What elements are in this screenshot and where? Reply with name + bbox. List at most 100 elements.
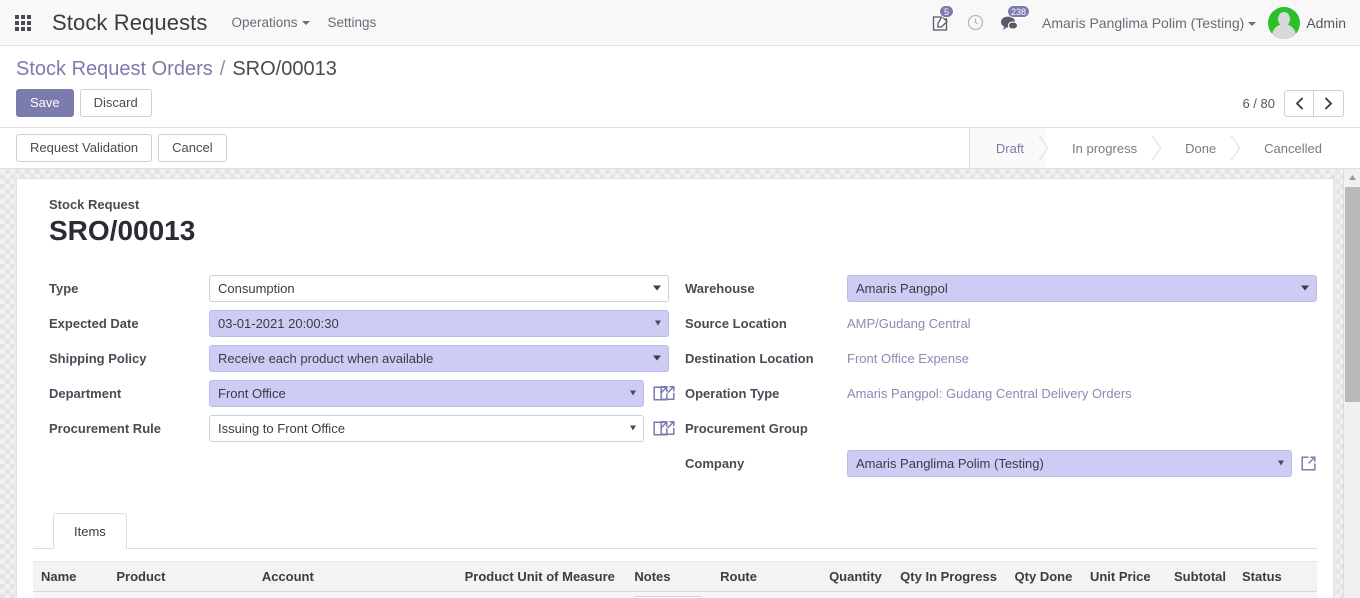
column-header-name[interactable]: Name [33,561,109,592]
column-header-qty-done[interactable]: Qty Done [1004,561,1081,592]
cell-product: Air Mineral Galon [108,591,254,598]
label-company: Company [685,455,745,471]
field-row-type: Type Consumption [33,273,669,303]
chevron-down-icon [630,390,636,396]
procurement-rule-field[interactable]: Issuing to Front Office [209,414,644,442]
cell-uom: GALON [456,591,627,598]
company-switcher[interactable]: Amaris Panglima Polim (Testing) [1042,15,1257,31]
column-header-quantity[interactable]: Quantity [789,561,890,592]
operation-type-external-link-icon[interactable] [659,385,676,402]
company-value: Amaris Panglima Polim (Testing) [856,455,1044,471]
action-buttons-group: Request Validation Cancel [16,128,233,168]
pager-next-button[interactable] [1314,89,1344,117]
company-external-link-icon[interactable] [1300,455,1317,472]
field-row-warehouse: Warehouse Amaris Pangpol [675,273,1317,303]
cell-delete [1291,591,1317,598]
content-area: Stock Request SRO/00013 Type Consumption… [0,169,1360,598]
column-header-unit-price[interactable]: Unit Price [1080,561,1159,592]
record-subtitle: Stock Request [49,197,140,212]
column-header-notes[interactable]: Notes [626,561,713,592]
type-select[interactable]: Consumption [209,274,669,302]
statusbar: Draft In progress Done Cancelled [968,128,1360,168]
menu-operations[interactable]: Operations [231,15,310,30]
chevron-down-icon [1278,460,1284,466]
request-validation-button[interactable]: Request Validation [16,134,153,162]
pager-value: 6 / 80 [1242,95,1275,111]
column-header-uom[interactable]: Product Unit of Measure [456,561,627,592]
shipping-policy-value: Receive each product when available [218,350,434,366]
label-shipping-policy: Shipping Policy [49,350,147,366]
department-field[interactable]: Front Office [209,379,644,407]
column-header-account[interactable]: Account [253,561,457,592]
label-destination-location: Destination Location [685,350,814,366]
field-row-operation-type: Operation Type Amaris Pangpol: Gudang Ce… [660,378,1317,408]
column-header-route[interactable]: Route [712,561,790,592]
tab-items[interactable]: Items [53,513,127,549]
chevron-down-icon [655,320,661,326]
status-step-in-progress[interactable]: In progress [1046,128,1160,168]
warehouse-value: Amaris Pangpol [856,280,948,296]
column-header-status[interactable]: Status [1234,561,1291,592]
app-title[interactable]: Stock Requests [52,10,207,36]
apps-grid-icon[interactable] [10,10,36,36]
cell-status: Draft [1234,591,1291,598]
expected-date-value: 03-01-2021 20:00:30 [218,315,339,331]
edit-activity-icon[interactable]: 5 [926,4,956,38]
source-location-value: AMP/Gudang Central [847,315,971,331]
record-buttons-row: Save Discard 6 / 80 [0,83,1360,127]
discard-button[interactable]: Discard [79,89,152,117]
table-header-row: Name Product Account Product Unit of Mea… [33,561,1317,592]
cell-qty-in-progress: 0.00 [889,591,1005,598]
column-header-qty-in-progress[interactable]: Qty In Progress [889,561,1005,592]
form-groups: Type Consumption Expected Date 03-01-202… [33,273,1317,483]
chevron-down-icon [653,285,661,291]
company-field[interactable]: Amaris Panglima Polim (Testing) [847,449,1292,477]
status-step-done[interactable]: Done [1159,128,1239,168]
status-step-draft[interactable]: Draft [969,128,1047,168]
column-header-product[interactable]: Product [108,561,254,592]
field-row-procurement-rule: Procurement Rule Issuing to Front Office [33,413,669,443]
pager-previous-button[interactable] [1284,89,1314,117]
breadcrumb: Stock Request Orders / SRO/00013 [0,46,1360,83]
cell-unit-price: 45,340.91 [1080,591,1159,598]
navbar-right-group: 5 238 Amaris Panglima Polim (Testing) Ad… [926,4,1346,39]
column-header-subtotal[interactable]: Subtotal [1158,561,1235,592]
scroll-up-arrow[interactable] [1344,169,1360,186]
cell-subtotal: 45,340.91 [1158,591,1235,598]
cell-quantity: 1.00 [789,591,890,598]
column-header-actions [1291,561,1317,592]
form-column-left: Type Consumption Expected Date 03-01-202… [33,273,675,483]
field-row-shipping-policy: Shipping Policy Receive each product whe… [33,343,669,373]
cancel-button[interactable]: Cancel [158,134,227,162]
field-row-source-location: Source Location AMP/Gudang Central [675,308,1317,338]
messages-icon[interactable]: 238 [994,4,1031,38]
warehouse-select[interactable]: Amaris Pangpol [847,274,1317,302]
procurement-group-external-link-icon[interactable] [659,420,676,437]
menu-operations-label: Operations [231,15,298,30]
cell-account: 1140210 Cost of Bevera [253,591,457,598]
form-column-right: Warehouse Amaris Pangpol Source Location… [660,273,1317,483]
table-row[interactable]: SR/00017 Air Mineral Galon 1140210 Cost … [33,591,1317,598]
user-menu[interactable]: Admin [1268,6,1346,39]
label-expected-date: Expected Date [49,315,139,331]
chevron-down-icon [1248,21,1257,26]
items-table: Name Product Account Product Unit of Mea… [33,561,1317,598]
cell-name: SR/00017 [33,591,109,598]
menu-settings[interactable]: Settings [328,15,377,30]
chevron-down-icon [301,21,310,26]
expected-date-field[interactable]: 03-01-2021 20:00:30 [209,309,669,337]
top-navbar: Stock Requests Operations Settings 5 238… [0,0,1360,46]
label-department: Department [49,385,122,401]
breadcrumb-parent-link[interactable]: Stock Request Orders [16,58,213,81]
vertical-scrollbar[interactable] [1343,169,1360,598]
cell-qty-done: 0.00 [1004,591,1081,598]
shipping-policy-select[interactable]: Receive each product when available [209,344,669,372]
clock-icon[interactable] [960,8,990,38]
save-button[interactable]: Save [16,89,74,117]
cell-route [712,591,790,598]
status-step-cancelled[interactable]: Cancelled [1238,128,1344,168]
procurement-rule-value: Issuing to Front Office [218,420,345,436]
label-warehouse: Warehouse [685,280,755,296]
scrollbar-thumb[interactable] [1345,187,1360,402]
type-value: Consumption [218,280,295,296]
